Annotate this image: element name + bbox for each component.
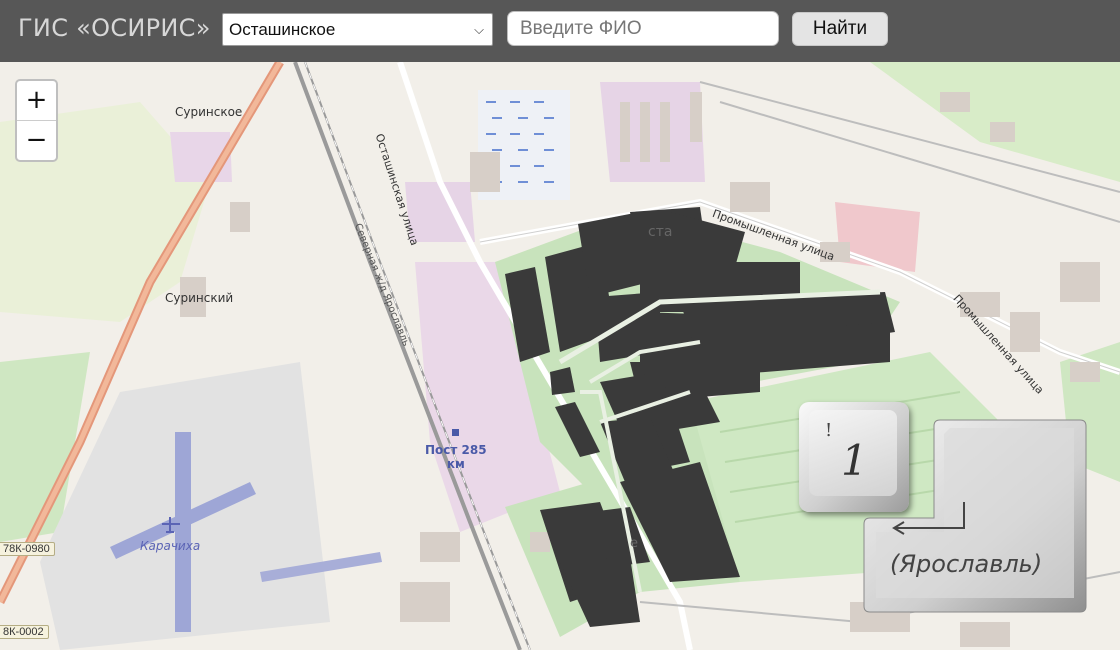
region-select-value: Осташинское <box>229 20 336 39</box>
label-surinsky: Суринский <box>165 291 234 305</box>
zoom-out-button[interactable]: − <box>17 121 56 160</box>
label-post-285: Пост 285 км <box>425 443 487 471</box>
runway-vertical <box>175 432 191 632</box>
label-post-285-line1: Пост 285 <box>425 443 487 457</box>
app-title: ГИС «ОСИРИС» <box>18 14 211 42</box>
label-post-285-line2: км <box>446 457 465 471</box>
label-karachikha: Карачиха <box>140 539 201 553</box>
industrial-zone-2 <box>600 82 705 182</box>
label-fragment-e: е <box>630 536 638 551</box>
enter-key-label: (Ярославль) <box>890 550 1043 578</box>
top-toolbar: ГИС «ОСИРИС» Осташинское ⌵ Найти <box>0 0 1120 62</box>
region-select[interactable]: Осташинское ⌵ <box>222 13 493 46</box>
road-tag-78k-0980: 78К-0980 <box>0 542 55 556</box>
station-marker <box>452 429 459 436</box>
enter-key-logo <box>863 419 1087 613</box>
zoom-control: + − <box>15 79 58 162</box>
zoom-in-button[interactable]: + <box>17 81 56 121</box>
find-button[interactable]: Найти <box>792 12 888 46</box>
label-fragment-sta: ста <box>648 224 673 240</box>
fio-search-input[interactable] <box>507 11 779 46</box>
chevron-down-icon: ⌵ <box>474 22 484 37</box>
keycap-excl: ! <box>825 420 833 441</box>
label-surinskoe: Суринское <box>175 105 243 119</box>
road-tag-8k-0002: 8К-0002 <box>0 625 49 639</box>
